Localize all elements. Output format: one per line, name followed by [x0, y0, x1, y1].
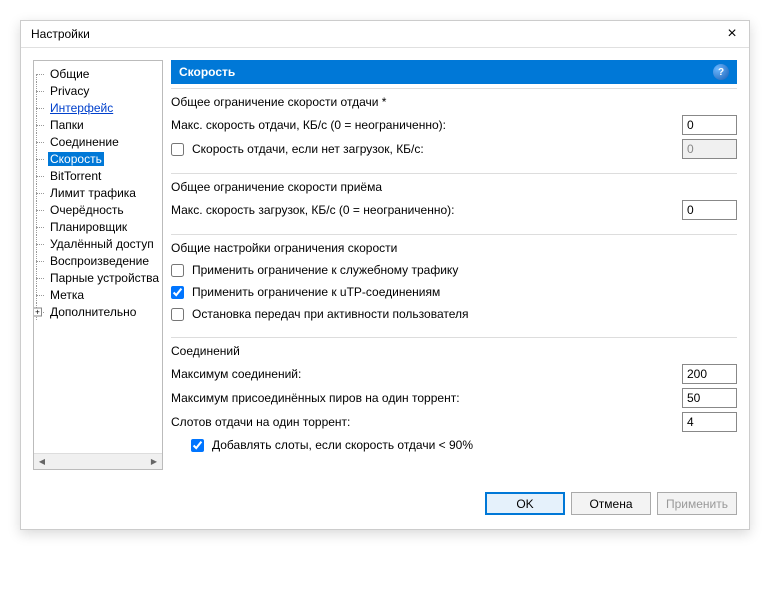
section-title: Общее ограничение скорости приёма	[171, 180, 737, 194]
tree-item-метка[interactable]: Метка	[36, 286, 160, 303]
titlebar: Настройки ×	[21, 21, 749, 48]
tree-item-интерфейс[interactable]: Интерфейс	[36, 99, 160, 116]
scroll-right-icon[interactable]: ▶	[146, 454, 162, 469]
dialog-footer: OK Отмена Применить	[21, 482, 749, 529]
tree-item-label: Privacy	[48, 84, 91, 98]
section-upload: Общее ограничение скорости отдачи * Макс…	[171, 88, 737, 169]
tree-item-воспроизведение[interactable]: Воспроизведение	[36, 252, 160, 269]
tree-item-соединение[interactable]: Соединение	[36, 133, 160, 150]
opt-utp-label: Применить ограничение к uTP-соединениям	[192, 285, 440, 299]
upload-alt-label: Скорость отдачи, если нет загрузок, КБ/с…	[192, 142, 424, 156]
section-download: Общее ограничение скорости приёма Макс. …	[171, 173, 737, 230]
tree-item-очерёдность[interactable]: Очерёдность	[36, 201, 160, 218]
tree-item-парные устройства[interactable]: Парные устройства	[36, 269, 160, 286]
ok-button[interactable]: OK	[485, 492, 565, 515]
expand-icon[interactable]: +	[33, 307, 42, 316]
tree-scrollbar[interactable]: ◀ ▶	[34, 453, 162, 469]
opt-stop-checkbox[interactable]	[171, 308, 184, 321]
max-conn-label: Максимум соединений:	[171, 367, 301, 381]
tree-item-label: Метка	[48, 288, 86, 302]
tree-item-label: Дополнительно	[48, 305, 138, 319]
upload-alt-checkbox[interactable]	[171, 143, 184, 156]
section-options: Общие настройки ограничения скорости При…	[171, 234, 737, 333]
tree-item-планировщик[interactable]: Планировщик	[36, 218, 160, 235]
settings-dialog: Настройки × Общие Privacy Интерфейс Папки Со…	[20, 20, 750, 530]
cancel-button[interactable]: Отмена	[571, 492, 651, 515]
max-peers-label: Максимум присоединённых пиров на один то…	[171, 391, 460, 405]
panel-header: Скорость ?	[171, 60, 737, 84]
upload-max-input[interactable]	[682, 115, 737, 135]
tree-item-label: Папки	[48, 118, 86, 132]
tree-item-папки[interactable]: Папки	[36, 116, 160, 133]
section-title: Общие настройки ограничения скорости	[171, 241, 737, 255]
section-title: Соединений	[171, 344, 737, 358]
slots-label: Слотов отдачи на один торрент:	[171, 415, 350, 429]
apply-button[interactable]: Применить	[657, 492, 737, 515]
window-title: Настройки	[31, 27, 90, 41]
scroll-left-icon[interactable]: ◀	[34, 454, 50, 469]
tree-item-скорость[interactable]: Скорость	[36, 150, 160, 167]
tree-item-лимит трафика[interactable]: Лимит трафика	[36, 184, 160, 201]
tree-item-общие[interactable]: Общие	[36, 65, 160, 82]
tree-item-label: Лимит трафика	[48, 186, 138, 200]
max-conn-input[interactable]	[682, 364, 737, 384]
tree-item-label: BitTorrent	[48, 169, 103, 183]
upload-alt-input	[682, 139, 737, 159]
help-icon[interactable]: ?	[713, 64, 729, 80]
tree-item-label: Удалённый доступ	[48, 237, 156, 251]
opt-overhead-label: Применить ограничение к служебному трафи…	[192, 263, 458, 277]
close-icon[interactable]: ×	[725, 27, 739, 41]
tree-item-дополнительно[interactable]: + Дополнительно	[36, 303, 160, 320]
download-max-input[interactable]	[682, 200, 737, 220]
tree-item-label: Общие	[48, 67, 91, 81]
section-connections: Соединений Максимум соединений: Максимум…	[171, 337, 737, 464]
opt-utp-checkbox[interactable]	[171, 286, 184, 299]
tree-item-bittorrent[interactable]: BitTorrent	[36, 167, 160, 184]
download-max-label: Макс. скорость загрузок, КБ/с (0 = неогр…	[171, 203, 455, 217]
section-title: Общее ограничение скорости отдачи *	[171, 95, 737, 109]
category-tree[interactable]: Общие Privacy Интерфейс Папки Соединение Скор…	[33, 60, 163, 470]
slots-input[interactable]	[682, 412, 737, 432]
tree-item-удалённый доступ[interactable]: Удалённый доступ	[36, 235, 160, 252]
tree-item-label: Интерфейс	[48, 101, 115, 115]
tree-item-label: Парные устройства	[48, 271, 161, 285]
add-slots-checkbox[interactable]	[191, 439, 204, 452]
tree-item-label: Планировщик	[48, 220, 129, 234]
tree-item-label: Очерёдность	[48, 203, 126, 217]
max-peers-input[interactable]	[682, 388, 737, 408]
tree-item-label: Соединение	[48, 135, 121, 149]
tree-item-label: Скорость	[48, 152, 104, 166]
upload-max-label: Макс. скорость отдачи, КБ/с (0 = неогран…	[171, 118, 446, 132]
add-slots-label: Добавлять слоты, если скорость отдачи < …	[212, 438, 473, 452]
content-panel: Скорость ? Общее ограничение скорости от…	[171, 60, 737, 470]
panel-title: Скорость	[179, 65, 235, 79]
opt-overhead-checkbox[interactable]	[171, 264, 184, 277]
tree-item-label: Воспроизведение	[48, 254, 151, 268]
tree-item-privacy[interactable]: Privacy	[36, 82, 160, 99]
opt-stop-label: Остановка передач при активности пользов…	[192, 307, 469, 321]
